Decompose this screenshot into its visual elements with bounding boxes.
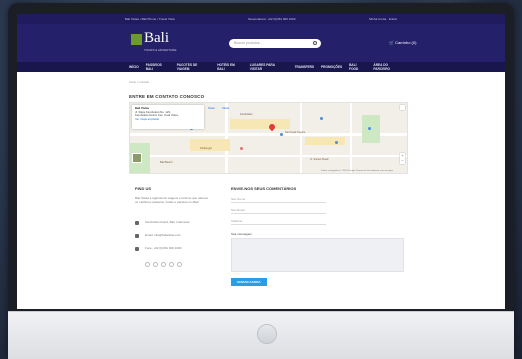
facebook-icon[interactable] — [145, 262, 150, 267]
find-us-heading: FIND US — [135, 186, 151, 191]
cart-label: Carrinho (0) — [395, 40, 417, 45]
map-area — [305, 137, 345, 145]
map-area — [230, 119, 290, 129]
account-link[interactable]: Minha Conta — [369, 17, 386, 21]
phone-icon — [135, 247, 139, 251]
instagram-icon[interactable] — [153, 262, 158, 267]
satellite-toggle-button[interactable] — [132, 153, 142, 163]
social-links — [145, 262, 182, 267]
map-label: Jl. Sunset Road — [310, 158, 329, 161]
map-park — [362, 115, 380, 143]
nav-item[interactable]: PACOTES DE VIAGEM — [177, 63, 210, 71]
map-label: Kerobokan — [240, 113, 253, 116]
nav-item[interactable]: INÍCIO — [129, 65, 139, 69]
nav-item[interactable]: TRANSFERS — [295, 65, 314, 69]
page-title: ENTRE EM CONTATO CONOSCO — [129, 94, 205, 99]
map-road — [300, 103, 302, 173]
map-poi-icon[interactable] — [320, 117, 323, 120]
submit-button[interactable]: ENVIAR AGORA — [231, 278, 267, 286]
email-field[interactable]: Seu Email — [231, 207, 326, 214]
message-textarea[interactable] — [231, 238, 404, 272]
login-link[interactable]: Entrar — [389, 17, 397, 21]
website-screen: Bali Vistas • Bali Phone • Travel Vista … — [17, 14, 505, 309]
contact-address: Kerobokan Kelod, Bali, Indonesia — [145, 220, 190, 224]
embedded-map[interactable]: Kerobokan Seminyak Square Jl. Sunset Roa… — [129, 102, 408, 174]
map-info-card: Bali Vistas Jl. Raya Kerobokan No. 123, … — [132, 105, 204, 129]
map-road — [130, 155, 407, 157]
map-label: Bali Beach — [160, 161, 173, 164]
map-poi-icon[interactable] — [368, 127, 371, 130]
message-label: Sua mensagem — [231, 232, 253, 236]
pinterest-icon[interactable] — [177, 262, 182, 267]
main-nav: INÍCIO PASSEIOS BALI PACOTES DE VIAGEM H… — [17, 62, 505, 72]
zoom-out-icon[interactable]: − — [400, 158, 405, 163]
topbar-account-links: Minha Conta · Entrar — [369, 17, 397, 21]
name-field[interactable]: Seu Nome — [231, 196, 326, 203]
topbar-phone: Reservations: +62 (0)361 000 1000 — [248, 17, 296, 21]
site-logo[interactable]: Bali TOURS & ADVENTURE — [131, 30, 176, 52]
map-label: Seminyak Square — [285, 131, 306, 134]
nav-item[interactable]: BALI FOOD — [349, 63, 366, 71]
nav-item[interactable]: LUGARES PARA VISITAR — [250, 63, 288, 71]
map-attribution[interactable]: Dados cartográficos ©2024 Google Termos … — [321, 170, 393, 172]
breadcrumb[interactable]: Início / Contato — [129, 80, 149, 84]
logo-subtitle: TOURS & ADVENTURE — [144, 48, 177, 52]
map-label: Petitenget — [200, 147, 212, 150]
topbar-left-text: Bali Vistas • Bali Phone • Travel Vista — [125, 17, 175, 21]
map-poi-icon[interactable] — [240, 147, 243, 150]
fullscreen-icon[interactable] — [400, 105, 405, 110]
map-enlarge-link[interactable]: Ver mapa ampliado — [135, 117, 201, 122]
location-icon — [135, 221, 139, 225]
search-input[interactable]: Buscar produtos... — [229, 39, 321, 48]
cart-icon: 🛒 — [389, 40, 394, 45]
nav-item[interactable]: PASSEIOS BALI — [146, 63, 170, 71]
logo-text: Bali — [144, 30, 169, 46]
map-road — [350, 103, 352, 173]
phone-field[interactable]: Telefone — [231, 218, 326, 225]
zoom-controls[interactable]: + − — [400, 153, 405, 164]
cart-button[interactable]: 🛒 Carrinho (0) — [389, 40, 416, 45]
form-heading: ENVIE-NOS SEUS COMENTÁRIOS — [231, 186, 297, 191]
logo-mark-icon — [131, 34, 142, 45]
map-poi-icon[interactable] — [335, 141, 338, 144]
email-icon — [135, 234, 139, 238]
monitor-logo-button — [257, 324, 277, 344]
site-header: Bali TOURS & ADVENTURE Buscar produtos..… — [17, 24, 505, 62]
contact-phone[interactable]: Fone: +62 (0)361 000 1000 — [145, 246, 181, 250]
search-placeholder: Buscar produtos... — [234, 41, 263, 45]
search-icon[interactable] — [313, 41, 317, 45]
find-us-description: Bali Vistas é agência de viagens e turis… — [135, 196, 208, 205]
nav-partner-link[interactable]: ÁREA DO PARCEIRO — [373, 63, 405, 71]
map-save-link[interactable]: Salvar — [222, 107, 229, 110]
contact-email[interactable]: Email: info@balivistas.com — [145, 233, 181, 237]
nav-item[interactable]: PROMOÇÕES — [321, 65, 342, 69]
twitter-icon[interactable] — [161, 262, 166, 267]
nav-item[interactable]: HOTÉIS EM BALI — [217, 63, 242, 71]
map-poi-icon[interactable] — [280, 133, 283, 136]
youtube-icon[interactable] — [169, 262, 174, 267]
map-directions-link[interactable]: Rotas — [208, 107, 215, 110]
top-info-bar: Bali Vistas • Bali Phone • Travel Vista … — [17, 14, 505, 24]
page-content: Início / Contato ENTRE EM CONTATO CONOSC… — [17, 72, 505, 309]
